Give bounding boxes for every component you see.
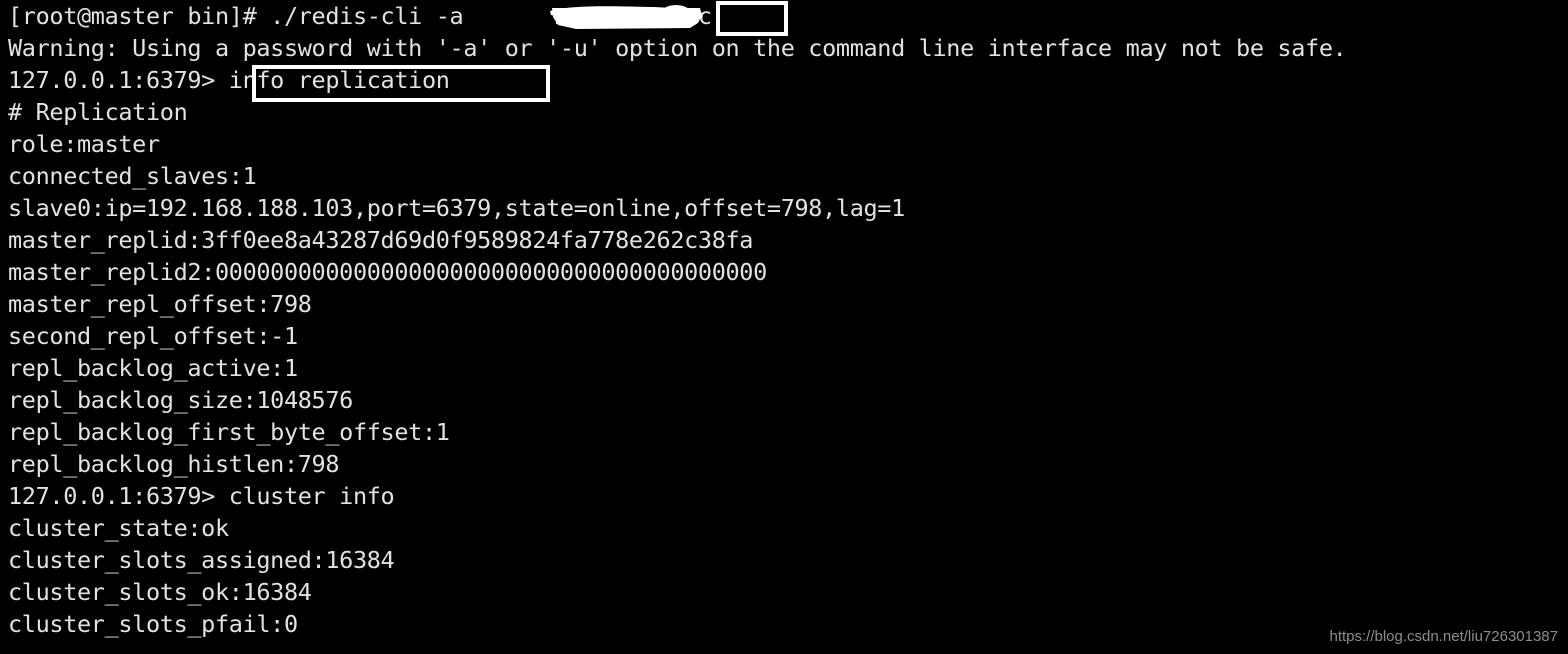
terminal-window[interactable]: [root@master bin]# ./redis-cli -a -c War… [0,0,1568,654]
terminal-line-19: cluster_slots_pfail:0 [8,610,298,638]
terminal-line-16: cluster_state:ok [8,514,229,542]
terminal-line-9: master_repl_offset:798 [8,290,312,318]
terminal-line-11: repl_backlog_active:1 [8,354,298,382]
terminal-line-5: connected_slaves:1 [8,162,257,190]
terminal-line-10: second_repl_offset:-1 [8,322,298,350]
terminal-line-17: cluster_slots_assigned:16384 [8,546,395,574]
terminal-line-18: cluster_slots_ok:16384 [8,578,312,606]
annotation-box-cluster-flag [716,1,788,36]
terminal-line-3: # Replication [8,98,188,126]
csdn-watermark: https://blog.csdn.net/liu726301387 [1329,628,1558,645]
terminal-line-4: role:master [8,130,160,158]
terminal-line-7: master_replid:3ff0ee8a43287d69d0f9589824… [8,226,754,254]
terminal-line-1: Warning: Using a password with '-a' or '… [8,34,1347,62]
terminal-line-8: master_replid2:0000000000000000000000000… [8,258,767,286]
terminal-line-0: [root@master bin]# ./redis-cli -a -c [8,2,712,30]
terminal-line-14: repl_backlog_histlen:798 [8,450,340,478]
terminal-line-13: repl_backlog_first_byte_offset:1 [8,418,450,446]
terminal-line-12: repl_backlog_size:1048576 [8,386,353,414]
terminal-line-15: 127.0.0.1:6379> cluster info [8,482,395,510]
terminal-line-2: 127.0.0.1:6379> info replication [8,66,450,94]
terminal-line-6: slave0:ip=192.168.188.103,port=6379,stat… [8,194,905,222]
